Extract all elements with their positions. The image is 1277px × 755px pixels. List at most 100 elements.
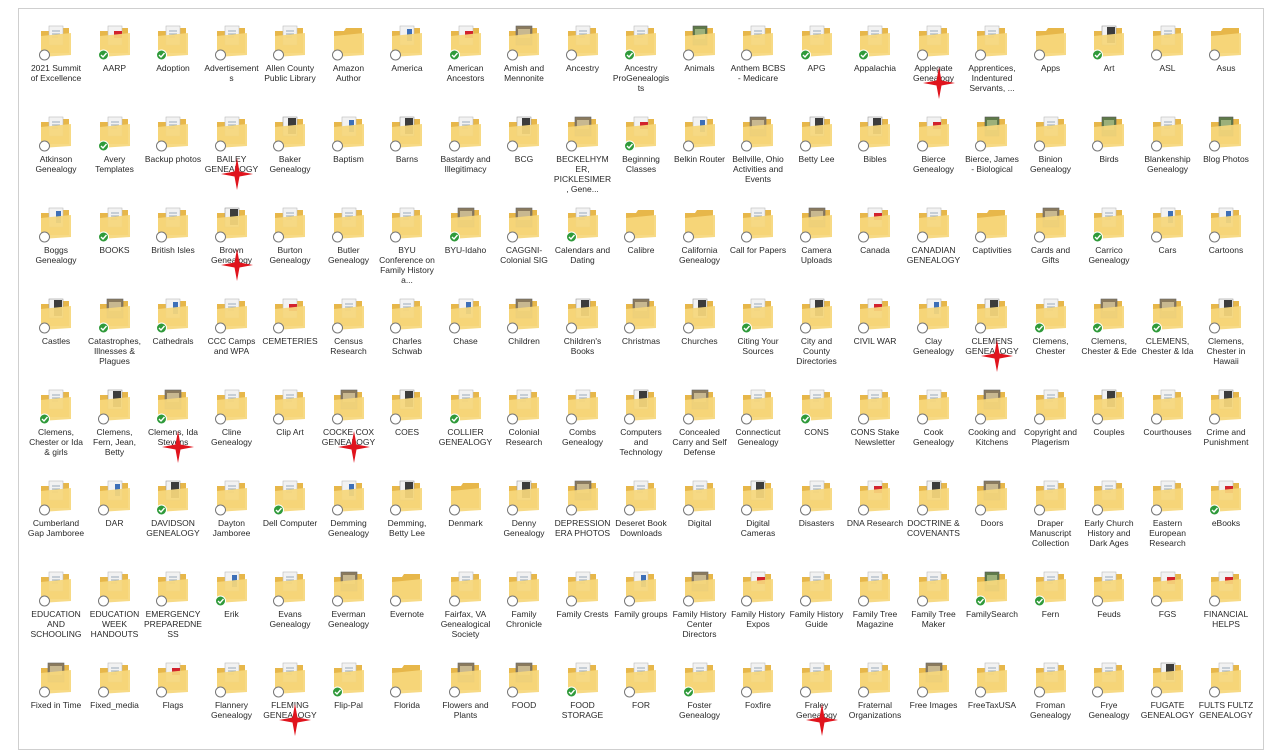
folder-item[interactable]: Citing Your Sources xyxy=(729,296,787,387)
folder-item[interactable]: AARP xyxy=(86,23,144,114)
folder-item[interactable]: FINANCIAL HELPS xyxy=(1197,569,1255,660)
folder-item[interactable]: Backup photos xyxy=(144,114,202,205)
folder-item[interactable]: FULTS FULTZ GENEALOGY xyxy=(1197,660,1255,749)
folder-item[interactable]: Barns xyxy=(378,114,436,205)
folder-item[interactable]: Flowers and Plants xyxy=(437,660,495,749)
folder-item[interactable]: Computers and Technology xyxy=(612,387,670,478)
folder-item[interactable]: CCC Camps and WPA xyxy=(203,296,261,387)
folder-item[interactable]: Flannery Genealogy xyxy=(203,660,261,749)
folder-item[interactable]: CLEMENS, Chester & Ida xyxy=(1139,296,1197,387)
folder-item[interactable]: Clemens, Chester or Ida & girls xyxy=(27,387,85,478)
folder-item[interactable]: Frye Genealogy xyxy=(1080,660,1138,749)
folder-item[interactable]: Bibles xyxy=(846,114,904,205)
folder-item[interactable]: Animals xyxy=(671,23,729,114)
folder-item[interactable]: FOOD xyxy=(495,660,553,749)
folder-item[interactable]: COES xyxy=(378,387,436,478)
folder-item[interactable]: Cards and Gifts xyxy=(1022,205,1080,296)
folder-item[interactable]: BYU Conference on Family History a... xyxy=(378,205,436,296)
folder-item[interactable]: Canada xyxy=(846,205,904,296)
folder-item[interactable]: Flip-Pal xyxy=(320,660,378,749)
folder-item[interactable]: British Isles xyxy=(144,205,202,296)
folder-item[interactable]: Castles xyxy=(27,296,85,387)
folder-item[interactable]: Blog Photos xyxy=(1197,114,1255,205)
folder-item[interactable]: CONS Stake Newsletter xyxy=(846,387,904,478)
folder-item[interactable]: Binion Genealogy xyxy=(1022,114,1080,205)
folder-item[interactable]: Florida xyxy=(378,660,436,749)
folder-item[interactable]: Cumberland Gap Jamboree xyxy=(27,478,85,569)
folder-item[interactable]: FGS xyxy=(1139,569,1197,660)
folder-item[interactable]: Froman Genealogy xyxy=(1022,660,1080,749)
folder-item[interactable]: DEPRESSION ERA PHOTOS xyxy=(554,478,612,569)
folder-item[interactable]: Denny Genealogy xyxy=(495,478,553,569)
folder-item[interactable]: DAVIDSON GENEALOGY xyxy=(144,478,202,569)
folder-item[interactable]: Bellville, Ohio Activities and Events xyxy=(729,114,787,205)
folder-item[interactable]: DAR xyxy=(86,478,144,569)
folder-item[interactable]: Captivities xyxy=(963,205,1021,296)
folder-item[interactable]: Clemens, Ida Stevens xyxy=(144,387,202,478)
folder-item[interactable]: Family Crests xyxy=(554,569,612,660)
folder-item[interactable]: Fraternal Organizations xyxy=(846,660,904,749)
folder-item[interactable]: Carrico Genealogy xyxy=(1080,205,1138,296)
folder-item[interactable]: BCG xyxy=(495,114,553,205)
folder-item[interactable]: 2021 Summit of Excellence xyxy=(27,23,85,114)
folder-item[interactable]: Digital Cameras xyxy=(729,478,787,569)
folder-item[interactable]: EDUCATION WEEK HANDOUTS xyxy=(86,569,144,660)
folder-item[interactable]: Belkin Router xyxy=(671,114,729,205)
folder-item[interactable]: Colonial Research xyxy=(495,387,553,478)
folder-item[interactable]: Christmas xyxy=(612,296,670,387)
folder-item[interactable]: Clemens, Fern, Jean, Betty xyxy=(86,387,144,478)
folder-item[interactable]: Asus xyxy=(1197,23,1255,114)
folder-item[interactable]: Fern xyxy=(1022,569,1080,660)
folder-item[interactable]: City and County Directories xyxy=(788,296,846,387)
folder-item[interactable]: Burton Genealogy xyxy=(261,205,319,296)
folder-item[interactable]: Evernote xyxy=(378,569,436,660)
folder-item[interactable]: CAGGNI-Colonial SIG xyxy=(495,205,553,296)
folder-item[interactable]: Bastardy and Illegitimacy xyxy=(437,114,495,205)
folder-item[interactable]: Baker Genealogy xyxy=(261,114,319,205)
folder-item[interactable]: Evans Genealogy xyxy=(261,569,319,660)
folder-item[interactable]: Cook Genealogy xyxy=(905,387,963,478)
folder-item[interactable]: Baptism xyxy=(320,114,378,205)
folder-item[interactable]: FreeTaxUSA xyxy=(963,660,1021,749)
folder-item[interactable]: Art xyxy=(1080,23,1138,114)
folder-item[interactable]: Demming, Betty Lee xyxy=(378,478,436,569)
folder-item[interactable]: Amish and Mennonite xyxy=(495,23,553,114)
folder-item[interactable]: BECKELHYMER, PICKLESIMER, Gene... xyxy=(554,114,612,205)
folder-item[interactable]: BAILEY GENEALOGY xyxy=(203,114,261,205)
folder-item[interactable]: Courthouses xyxy=(1139,387,1197,478)
folder-item[interactable]: Census Research xyxy=(320,296,378,387)
folder-item[interactable]: Cartoons xyxy=(1197,205,1255,296)
folder-item[interactable]: Ancestry xyxy=(554,23,612,114)
folder-item[interactable]: CEMETERIES xyxy=(261,296,319,387)
folder-item[interactable]: Family History Expos xyxy=(729,569,787,660)
folder-item[interactable]: Churches xyxy=(671,296,729,387)
folder-item[interactable]: Apps xyxy=(1022,23,1080,114)
folder-item[interactable]: CONS xyxy=(788,387,846,478)
folder-item[interactable]: Denmark xyxy=(437,478,495,569)
folder-item[interactable]: Bierce, James - Biological xyxy=(963,114,1021,205)
folder-item[interactable]: Cars xyxy=(1139,205,1197,296)
folder-item[interactable]: Fairfax, VA Genealogical Society xyxy=(437,569,495,660)
folder-item[interactable]: Erik xyxy=(203,569,261,660)
folder-item[interactable]: Early Church History and Dark Ages xyxy=(1080,478,1138,569)
folder-item[interactable]: Foster Genealogy xyxy=(671,660,729,749)
folder-item[interactable]: FOR xyxy=(612,660,670,749)
folder-item[interactable]: Deseret Book Downloads xyxy=(612,478,670,569)
folder-item[interactable]: Birds xyxy=(1080,114,1138,205)
folder-item[interactable]: Cooking and Kitchens xyxy=(963,387,1021,478)
folder-item[interactable]: Connecticut Genealogy xyxy=(729,387,787,478)
folder-item[interactable]: Allen County Public Library xyxy=(261,23,319,114)
folder-item[interactable]: Fraley Genealogy xyxy=(788,660,846,749)
folder-item[interactable]: Feuds xyxy=(1080,569,1138,660)
folder-item[interactable]: APG xyxy=(788,23,846,114)
folder-item[interactable]: Couples xyxy=(1080,387,1138,478)
folder-item[interactable]: COLLIER GENEALOGY xyxy=(437,387,495,478)
folder-item[interactable]: Call for Papers xyxy=(729,205,787,296)
folder-item[interactable]: DOCTRINE & COVENANTS xyxy=(905,478,963,569)
folder-item[interactable]: FLEMING GENEALOGY xyxy=(261,660,319,749)
folder-item[interactable]: Ancestry ProGenealogists xyxy=(612,23,670,114)
folder-item[interactable]: Betty Lee xyxy=(788,114,846,205)
folder-item[interactable]: COCKE COX GENEALOGY xyxy=(320,387,378,478)
folder-item[interactable]: Crime and Punishment xyxy=(1197,387,1255,478)
folder-item[interactable]: Flags xyxy=(144,660,202,749)
